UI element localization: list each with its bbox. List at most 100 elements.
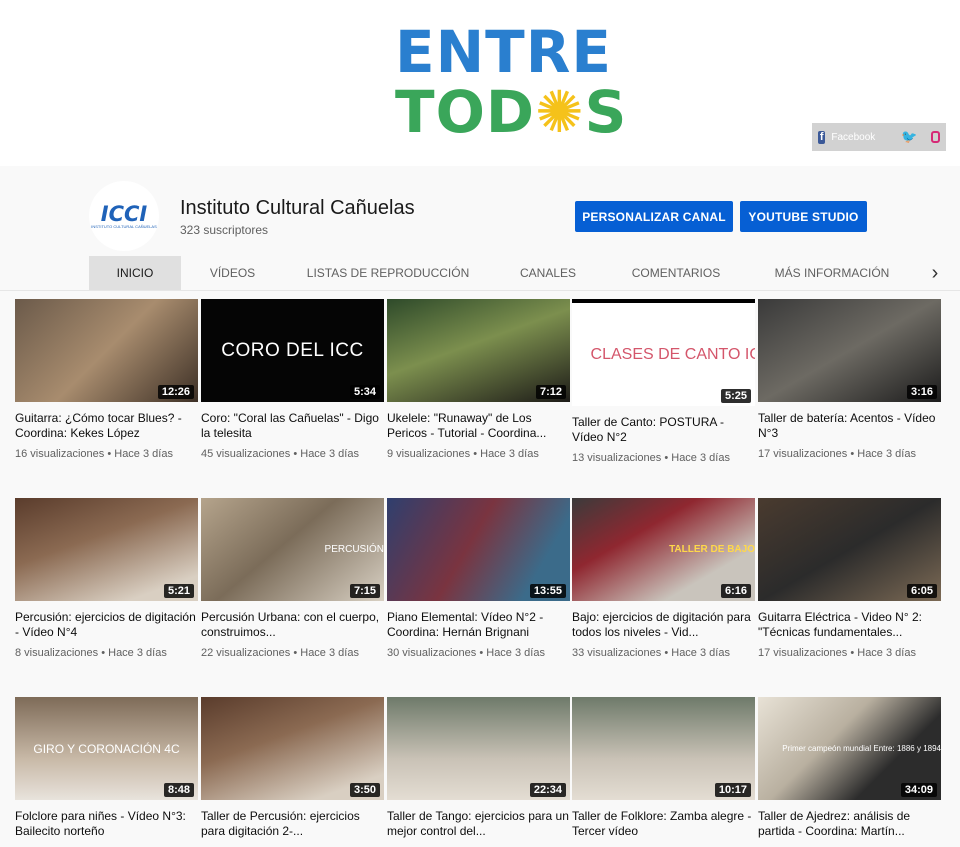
video-title[interactable]: Taller de batería: Acentos - Vídeo N°3	[758, 411, 941, 441]
video-thumbnail[interactable]: 13:55	[387, 498, 570, 601]
chevron-right-icon[interactable]: ›	[925, 256, 945, 290]
logo-line1: ENTRE	[395, 18, 613, 86]
meta-separator: •	[290, 448, 301, 460]
video-card[interactable]: TALLER DE BAJO 6:16 Bajo: ejercicios de di…	[572, 498, 755, 661]
video-age: Hace 3 días	[857, 647, 916, 659]
video-title[interactable]: Coro: "Coral las Cañuelas" - Digo la tel…	[201, 411, 384, 441]
video-card[interactable]: 7:12 Ukelele: "Runaway" de Los Pericos - …	[387, 299, 570, 462]
facebook-link[interactable]: Facebook	[831, 132, 875, 143]
video-duration: 5:34	[349, 385, 380, 399]
video-card[interactable]: 10:17 Taller de Folklore: Zamba alegre - …	[572, 697, 755, 839]
video-thumbnail[interactable]: CLASES DE CANTO ICC 5:25	[572, 299, 755, 406]
video-thumbnail[interactable]: 3:16	[758, 299, 941, 402]
video-duration: 3:16	[906, 385, 937, 399]
video-duration: 7:15	[349, 584, 380, 598]
video-title[interactable]: Percusión Urbana: con el cuerpo, constru…	[201, 610, 384, 640]
video-title[interactable]: Taller de Tango: ejercicios para un mejo…	[387, 809, 570, 839]
facebook-icon[interactable]: f	[818, 130, 826, 144]
video-age: Hace 3 días	[114, 448, 173, 460]
instagram-icon[interactable]	[931, 131, 940, 143]
video-card[interactable]: PERCUSIÓN 7:15 Percusión Urbana: con el cu…	[201, 498, 384, 661]
video-card[interactable]: 13:55 Piano Elemental: Vídeo N°2 - Coordi…	[387, 498, 570, 661]
video-title[interactable]: Guitarra Eléctrica - Video N° 2: "Técnic…	[758, 610, 941, 640]
video-thumbnail[interactable]: 10:17	[572, 697, 755, 800]
tab-mas-informacion[interactable]: MÁS INFORMACIÓN	[762, 256, 902, 290]
video-title[interactable]: Guitarra: ¿Cómo tocar Blues? - Coordina:…	[15, 411, 198, 441]
video-thumbnail[interactable]: CORO DEL ICC 5:34	[201, 299, 384, 402]
customize-channel-button[interactable]: PERSONALIZAR CANAL	[575, 201, 733, 232]
video-meta: 33 visualizaciones • Hace 3 días	[572, 646, 755, 661]
video-duration: 5:25	[720, 389, 751, 403]
video-age: Hace 3 días	[486, 647, 545, 659]
video-title[interactable]: Taller de Canto: POSTURA - Vídeo N°2	[572, 415, 755, 445]
youtube-studio-button[interactable]: YOUTUBE STUDIO	[740, 201, 867, 232]
video-duration: 34:09	[900, 783, 937, 797]
video-age: Hace 3 días	[671, 452, 730, 464]
video-views: 17 visualizaciones	[758, 647, 848, 659]
video-thumbnail[interactable]: 6:05	[758, 498, 941, 601]
video-thumbnail[interactable]: GIRO Y CORONACIÓN 4C 8:48	[15, 697, 198, 800]
video-title[interactable]: Taller de Percusión: ejercicios para dig…	[201, 809, 384, 839]
video-card[interactable]: 3:16 Taller de batería: Acentos - Vídeo N…	[758, 299, 941, 462]
video-age: Hace 3 días	[300, 647, 359, 659]
video-views: 9 visualizaciones	[387, 448, 471, 460]
video-title[interactable]: Taller de Ajedrez: análisis de partida -…	[758, 809, 941, 839]
video-duration: 7:12	[535, 385, 566, 399]
video-duration: 5:21	[163, 584, 194, 598]
channel-header: ICCI INSTITUTO CULTURAL CAÑUELAS Institu…	[0, 166, 960, 291]
video-duration: 6:05	[906, 584, 937, 598]
video-card[interactable]: 3:50 Taller de Percusión: ejercicios para…	[201, 697, 384, 839]
video-thumbnail[interactable]: 7:12	[387, 299, 570, 402]
tab-comentarios[interactable]: COMENTARIOS	[620, 256, 732, 290]
video-title[interactable]: Bajo: ejercicios de digitación para todo…	[572, 610, 755, 640]
video-card[interactable]: CLASES DE CANTO ICC 5:25 Taller de Canto: …	[572, 299, 755, 466]
video-card[interactable]: 22:34 Taller de Tango: ejercicios para un…	[387, 697, 570, 839]
video-card[interactable]: 12:26 Guitarra: ¿Cómo tocar Blues? - Coor…	[15, 299, 198, 462]
video-thumbnail[interactable]: Primer campeón mundial Entre: 1886 y 189…	[758, 697, 941, 800]
video-thumbnail[interactable]: TALLER DE BAJO 6:16	[572, 498, 755, 601]
meta-separator: •	[470, 448, 481, 460]
tab-canales[interactable]: CANALES	[508, 256, 588, 290]
video-thumbnail[interactable]: 22:34	[387, 697, 570, 800]
meta-separator: •	[661, 647, 672, 659]
video-duration: 6:16	[720, 584, 751, 598]
video-age: Hace 3 días	[480, 448, 539, 460]
video-thumbnail[interactable]: 5:21	[15, 498, 198, 601]
meta-separator: •	[290, 647, 301, 659]
video-meta: 45 visualizaciones • Hace 3 días	[201, 447, 384, 462]
video-title[interactable]: Ukelele: "Runaway" de Los Pericos - Tuto…	[387, 411, 570, 441]
video-thumbnail[interactable]: PERCUSIÓN 7:15	[201, 498, 384, 601]
video-views: 8 visualizaciones	[15, 647, 99, 659]
video-views: 30 visualizaciones	[387, 647, 477, 659]
video-card[interactable]: 5:21 Percusión: ejercicios de digitación …	[15, 498, 198, 661]
logo-line2: TOD✺S	[395, 78, 628, 146]
channel-banner: ENTRE TOD✺S f Facebook 🐦	[0, 0, 960, 166]
video-title[interactable]: Taller de Folklore: Zamba alegre - Terce…	[572, 809, 755, 839]
meta-separator: •	[104, 448, 115, 460]
video-meta: 8 visualizaciones • Hace 3 días	[15, 646, 198, 661]
tab-inicio[interactable]: INICIO	[89, 256, 181, 290]
video-title[interactable]: Piano Elemental: Vídeo N°2 - Coordina: H…	[387, 610, 570, 640]
video-meta: 22 visualizaciones • Hace 3 días	[201, 646, 384, 661]
video-title[interactable]: Percusión: ejercicios de digitación - Ví…	[15, 610, 198, 640]
tab-playlists[interactable]: LISTAS DE REPRODUCCIÓN	[298, 256, 478, 290]
video-title[interactable]: Folclore para niñes - Vídeo N°3: Baileci…	[15, 809, 198, 839]
video-card[interactable]: 6:05 Guitarra Eléctrica - Video N° 2: "Té…	[758, 498, 941, 661]
meta-separator: •	[98, 647, 109, 659]
video-thumbnail[interactable]: 3:50	[201, 697, 384, 800]
video-grid: 12:26 Guitarra: ¿Cómo tocar Blues? - Coor…	[0, 291, 960, 847]
twitter-icon[interactable]: 🐦	[901, 129, 917, 145]
video-views: 16 visualizaciones	[15, 448, 105, 460]
channel-name: Instituto Cultural Cañuelas	[180, 197, 415, 219]
video-card[interactable]: Primer campeón mundial Entre: 1886 y 189…	[758, 697, 941, 839]
video-duration: 8:48	[163, 783, 194, 797]
video-thumbnail[interactable]: 12:26	[15, 299, 198, 402]
tab-videos[interactable]: VÍDEOS	[195, 256, 270, 290]
video-card[interactable]: CORO DEL ICC 5:34 Coro: "Coral las Cañuela…	[201, 299, 384, 462]
video-views: 13 visualizaciones	[572, 452, 662, 464]
video-meta: 13 visualizaciones • Hace 3 días	[572, 451, 755, 466]
video-card[interactable]: GIRO Y CORONACIÓN 4C 8:48 Folclore para ni…	[15, 697, 198, 839]
avatar[interactable]: ICCI INSTITUTO CULTURAL CAÑUELAS	[89, 181, 159, 251]
meta-separator: •	[847, 448, 858, 460]
video-views: 33 visualizaciones	[572, 647, 662, 659]
